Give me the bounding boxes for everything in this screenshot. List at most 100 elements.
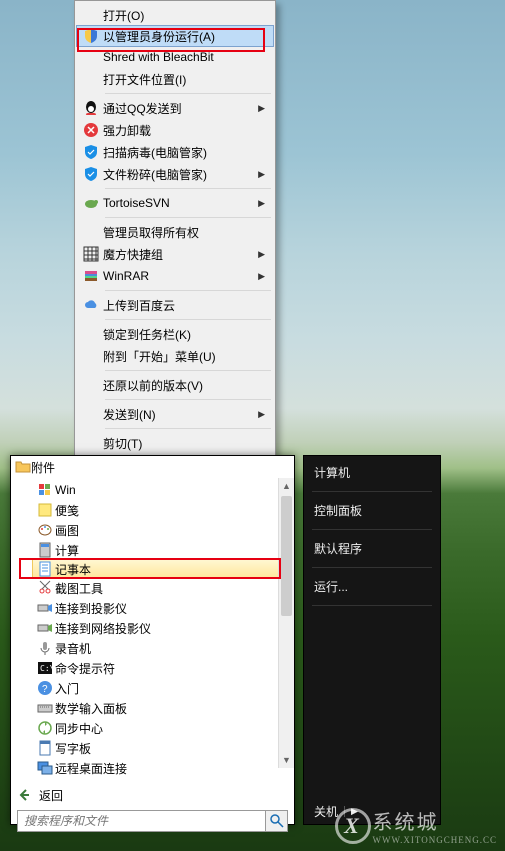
- program-item[interactable]: 便笺: [33, 500, 294, 520]
- context-menu-item[interactable]: 文件粉碎(电脑管家)▶: [77, 163, 273, 185]
- tortoise-icon: [79, 195, 103, 212]
- watermark-brand: 系统城: [373, 812, 439, 834]
- submenu-arrow-icon: ▶: [258, 409, 265, 420]
- context-menu-item[interactable]: 强力卸载: [77, 119, 273, 141]
- submenu-arrow-icon: ▶: [258, 169, 265, 180]
- flag-win-icon: [35, 482, 55, 499]
- program-label: 写字板: [55, 740, 294, 757]
- menu-separator: [105, 399, 271, 400]
- menu-item-label: 上传到百度云: [103, 297, 265, 314]
- right-panel-item[interactable]: 运行...: [304, 570, 440, 603]
- menu-item-label: 强力卸载: [103, 122, 265, 139]
- context-menu-item[interactable]: 扫描病毒(电脑管家): [77, 141, 273, 163]
- search-input[interactable]: [17, 810, 266, 832]
- scroll-up-icon[interactable]: ▲: [279, 478, 294, 494]
- menu-item-label: 通过QQ发送到: [103, 100, 258, 117]
- right-panel-separator: [312, 491, 432, 492]
- program-item[interactable]: 连接到网络投影仪: [33, 618, 294, 638]
- start-folder-header[interactable]: 附件: [11, 456, 294, 478]
- search-icon: [269, 813, 285, 829]
- shield-blue-icon: [79, 144, 103, 161]
- program-label: 画图: [55, 522, 294, 539]
- menu-item-label: 魔方快捷组: [103, 246, 258, 263]
- menu-separator: [105, 370, 271, 371]
- context-menu-item[interactable]: 打开文件位置(I): [77, 68, 273, 90]
- right-panel-separator: [312, 529, 432, 530]
- uninstall-red-icon: [79, 122, 103, 139]
- menu-item-label: 以管理员身份运行(A): [103, 28, 265, 45]
- context-menu-item[interactable]: 打开(O): [77, 4, 273, 26]
- context-menu-item[interactable]: 发送到(N)▶: [77, 403, 273, 425]
- svg-text:C:\: C:\: [40, 664, 53, 673]
- program-item[interactable]: 数学输入面板: [33, 698, 294, 718]
- context-menu-item[interactable]: 魔方快捷组▶: [77, 243, 273, 265]
- program-item[interactable]: 记事本: [32, 559, 294, 579]
- search-bar: [17, 810, 288, 832]
- program-item[interactable]: 写字板: [33, 738, 294, 758]
- menu-item-label: TortoiseSVN: [103, 196, 258, 210]
- watermark-logo-icon: X: [335, 808, 371, 844]
- scrollbar[interactable]: ▲ ▼: [278, 478, 294, 768]
- program-item[interactable]: 远程桌面连接: [33, 758, 294, 778]
- menu-separator: [105, 188, 271, 189]
- menu-separator: [105, 93, 271, 94]
- program-item[interactable]: 计算: [33, 540, 294, 560]
- rdp-icon: [35, 760, 55, 777]
- menu-item-label: 管理员取得所有权: [103, 224, 265, 241]
- context-menu-item[interactable]: 管理员取得所有权: [77, 221, 273, 243]
- context-menu-item[interactable]: 以管理员身份运行(A): [76, 25, 274, 47]
- program-label: 连接到投影仪: [55, 600, 294, 617]
- menu-item-label: 打开文件位置(I): [103, 71, 265, 88]
- context-menu-item[interactable]: 上传到百度云: [77, 294, 273, 316]
- menu-item-label: 打开(O): [103, 7, 265, 24]
- menu-item-label: 锁定到任务栏(K): [103, 326, 265, 343]
- program-label: 记事本: [55, 561, 294, 578]
- menu-item-label: Shred with BleachBit: [103, 50, 265, 64]
- program-label: 截图工具: [55, 580, 294, 597]
- context-menu-item[interactable]: 锁定到任务栏(K): [77, 323, 273, 345]
- context-menu-item[interactable]: 通过QQ发送到▶: [77, 97, 273, 119]
- wordpad-icon: [35, 740, 55, 757]
- right-panel-item[interactable]: 控制面板: [304, 494, 440, 527]
- back-button[interactable]: 返回: [11, 784, 294, 806]
- program-item[interactable]: ?入门: [33, 678, 294, 698]
- program-label: 远程桌面连接: [55, 760, 294, 777]
- winrar-icon: [79, 268, 103, 285]
- program-item[interactable]: C:\命令提示符: [33, 658, 294, 678]
- menu-item-label: 文件粉碎(电脑管家): [103, 166, 258, 183]
- program-label: 入门: [55, 680, 294, 697]
- projector-net-icon: [35, 620, 55, 637]
- back-arrow-icon: [17, 787, 33, 803]
- context-menu-item[interactable]: Shred with BleachBit: [77, 46, 273, 68]
- folder-icon: [15, 459, 31, 475]
- snip-icon: [35, 580, 55, 597]
- program-label: 计算: [55, 542, 294, 559]
- program-item[interactable]: 连接到投影仪: [33, 598, 294, 618]
- menu-item-label: 扫描病毒(电脑管家): [103, 144, 265, 161]
- start-program-list: Win便笺画图计算记事本截图工具连接到投影仪连接到网络投影仪录音机C:\命令提示…: [11, 478, 294, 780]
- scroll-down-icon[interactable]: ▼: [279, 752, 294, 768]
- context-menu-item[interactable]: WinRAR▶: [77, 265, 273, 287]
- scroll-thumb[interactable]: [281, 496, 292, 616]
- right-panel-item[interactable]: 默认程序: [304, 532, 440, 565]
- watermark-sub: WWW.XITONGCHENG.CC: [373, 835, 498, 845]
- program-item[interactable]: 画图: [33, 520, 294, 540]
- qq-red-icon: [79, 100, 103, 117]
- search-button[interactable]: [266, 810, 288, 832]
- program-label: 录音机: [55, 640, 294, 657]
- program-item[interactable]: 截图工具: [33, 578, 294, 598]
- menu-separator: [105, 290, 271, 291]
- submenu-arrow-icon: ▶: [258, 198, 265, 209]
- right-panel-item[interactable]: 计算机: [304, 456, 440, 489]
- program-label: 同步中心: [55, 720, 294, 737]
- context-menu-item[interactable]: 还原以前的版本(V): [77, 374, 273, 396]
- program-item[interactable]: Win: [33, 480, 294, 500]
- context-menu-item[interactable]: 附到「开始」菜单(U): [77, 345, 273, 367]
- context-menu-item[interactable]: 剪切(T): [77, 432, 273, 454]
- context-menu-item[interactable]: TortoiseSVN▶: [77, 192, 273, 214]
- program-item[interactable]: 同步中心: [33, 718, 294, 738]
- menu-separator: [105, 217, 271, 218]
- watermark: X 系统城 WWW.XITONGCHENG.CC: [335, 806, 498, 845]
- program-item[interactable]: 录音机: [33, 638, 294, 658]
- submenu-arrow-icon: ▶: [258, 103, 265, 114]
